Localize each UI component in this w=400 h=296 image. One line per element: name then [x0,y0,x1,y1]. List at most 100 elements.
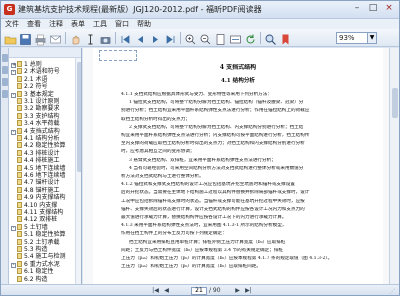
page-number-input[interactable]: 21 [191,287,207,295]
bookmark-page-icon [17,201,22,208]
collapse-toggle-icon[interactable]: - [11,225,16,231]
maximize-button[interactable]: □ [365,3,381,15]
collapse-toggle-icon[interactable]: - [11,129,16,135]
toolbar-separator [260,32,261,44]
menu-view[interactable]: 查看 [27,19,41,29]
document-text-line: 4.1.1 支挡式结构应根据具体形式与受力、变形特性等采用下列分析方法： [121,92,272,97]
chapter-heading: 4 支挡式结构 [219,64,257,71]
document-text-line: 挡土结构宜采用排桩且用单桩计算；排桩外侧土压力计算宽度（b₀）应取排桩 [129,239,286,245]
last-page-button[interactable]: ▶| [244,287,253,295]
document-text-line: 至内支撑的荷载应取挡土结构分析时得出的支点力；对挡土结构和内支撑结构分别进行分析 [121,141,305,147]
bookmark-page-icon [17,209,22,215]
next-page-button[interactable]: ▶ [233,287,242,295]
collapse-toggle-icon[interactable]: - [11,92,16,98]
last-page-icon[interactable] [164,31,177,44]
bookmark-page-icon [17,90,22,97]
bookmark-page-icon [17,127,22,134]
bookmarks-panel-icon[interactable] [2,54,8,62]
document-text-line: 4.1.2 锚拉式和支撑式支挡结构的设计工况应包括基坑开挖至坑底时和锚杆或支撑设… [121,182,295,188]
bookmark-page-icon [17,216,22,223]
page-total: / 90 [209,287,221,294]
email-icon[interactable] [49,31,62,44]
document-text-line: 取挡土结构分析时得出的支点力； [121,116,190,122]
zoom-out-icon[interactable] [199,31,212,45]
snapshot-icon[interactable] [99,31,112,44]
menu-form[interactable]: 表单 [71,19,85,29]
menu-file[interactable]: 文件 [5,19,19,29]
annotation-box[interactable] [99,50,137,61]
bookmark-page-icon [17,149,22,156]
collapse-toggle-icon[interactable]: - [11,70,16,76]
main-toolbar: 93% ▼ [1,29,399,47]
bookmark-page-icon [17,231,22,238]
bookmark-page-icon [17,164,22,171]
document-viewport: 4 支挡式结构 4.1 结构分析 4.1.1 支挡式结构应根据具体形式与受力、变… [83,48,389,284]
toolbar-separator [115,32,116,44]
bookmark-page-icon [17,268,22,275]
rotate-icon[interactable] [244,31,257,44]
document-text-line: 2 支撑式支挡结构，可将整个结构分解为挡土结构、内支撑结构分别进行分析；挡土结 [129,124,304,130]
next-page-icon[interactable] [149,31,162,44]
bookmark-page-icon [17,61,22,67]
bookmark-page-icon [17,260,22,267]
document-text-line: 析方法对支挡式结构与土进行整体分析。 [121,174,204,179]
first-page-button[interactable]: |◀ [151,287,160,295]
bookmark-page-icon [17,238,22,245]
print-icon[interactable] [34,31,47,46]
fit-width-icon[interactable] [229,31,242,44]
select-text-icon[interactable] [84,31,97,45]
window-title: 建筑基坑支护技术规程(最新版）JGJ120-2012.pdf - 福昕PDF阅读… [18,5,262,14]
bookmarks-scrollbar[interactable] [75,58,81,284]
zoom-dropdown-arrow[interactable]: ▼ [368,32,377,44]
navigation-panel-strip [1,48,9,284]
bookmark-page-icon [17,142,22,149]
zoom-level-field[interactable]: 93% [336,32,368,44]
document-text-line: 间距；土反力与挡土构件宽度（b₀）应按本规程第 3.4 节的有关规定确定；排桩 [121,247,284,253]
pdf-page: 4 支挡式结构 4.1 结构分析 4.1.1 支挡式结构应根据具体形式与受力、变… [93,48,383,284]
document-text-line: 4 当有可靠经验时，可采用空间结构分析方法对支挡式结构进行整体分析或采用数值分 [129,165,304,171]
save-icon[interactable] [19,31,32,45]
document-text-line: 最大值进行承载力计算，替换结构构件应按各设计工况下的内力进行承载力计算。 [121,215,287,220]
bookmark-page-icon [17,157,22,164]
document-text-line: 工况中应包括拆除锚杆或支撑时的状态。当锚杆或支撑可能在基坑开挖过程中失效时，应按 [121,198,305,204]
bookmark-page-icon [17,246,22,252]
resize-grip[interactable]: ⋰ [389,288,397,295]
prev-page-icon[interactable] [134,31,147,44]
zoom-in-icon[interactable] [184,31,197,45]
search-icon[interactable] [264,31,277,45]
hand-tool-icon[interactable] [69,31,82,45]
menu-help[interactable]: 帮助 [137,19,151,29]
document-text-line: 土压力（pₐₖ）和初始土压力（p₀）的计算宽度（b₀）应取排桩间距。 [121,264,261,270]
collapse-toggle-icon[interactable]: - [11,262,16,268]
bookmark-item[interactable]: 6.2 构造 [17,275,75,284]
document-scrollbar[interactable] [389,48,399,284]
prev-page-button[interactable]: ◀ [162,287,171,295]
bookmark-page-icon [17,194,22,201]
fit-page-icon[interactable] [214,31,227,45]
document-scroll-thumb[interactable] [392,88,398,118]
menu-bar: 文件 查看 注释 表单 工具 窗口 帮助 [1,19,399,29]
menu-tools[interactable]: 工具 [93,19,107,29]
open-folder-icon[interactable] [4,31,17,45]
bookmark-page-icon [17,112,22,119]
bookmark-page-icon [17,179,22,186]
document-text-line: 别进行分析；挡土结构宜采用平面杆系结构弹性支点法进行分析；作用在锚拉结构上的荷载… [121,108,310,114]
bookmarks-scroll-thumb[interactable] [77,62,81,172]
layers-panel-icon[interactable] [2,78,8,86]
bookmarks-panel-header [9,48,81,58]
bookmark-page-icon [17,172,22,178]
close-button[interactable]: × [381,3,397,15]
bookmark-page-icon [17,223,22,230]
thumbnails-panel-icon[interactable] [2,66,8,74]
bookmarks-panel: +1 总则 -2 术语和符号 2.1 术语 2.2 符号 -3 基本规定 3.1 设计原则… [9,48,82,284]
bookmark-page-icon [17,186,22,193]
menu-comment[interactable]: 注释 [49,19,63,29]
bookmark-page-icon [17,98,22,104]
document-text-line: 3 悬臂式支挡结构、双排桩，宜采用平面杆系结构弹性支点法进行分析； [129,157,276,163]
menu-window[interactable]: 窗口 [115,19,129,29]
minimize-button[interactable]: – [349,3,365,15]
bookmark-icon[interactable] [279,31,292,45]
bookmark-page-icon [17,275,22,282]
first-page-icon[interactable] [119,31,132,44]
attachments-panel-icon[interactable] [2,90,8,98]
